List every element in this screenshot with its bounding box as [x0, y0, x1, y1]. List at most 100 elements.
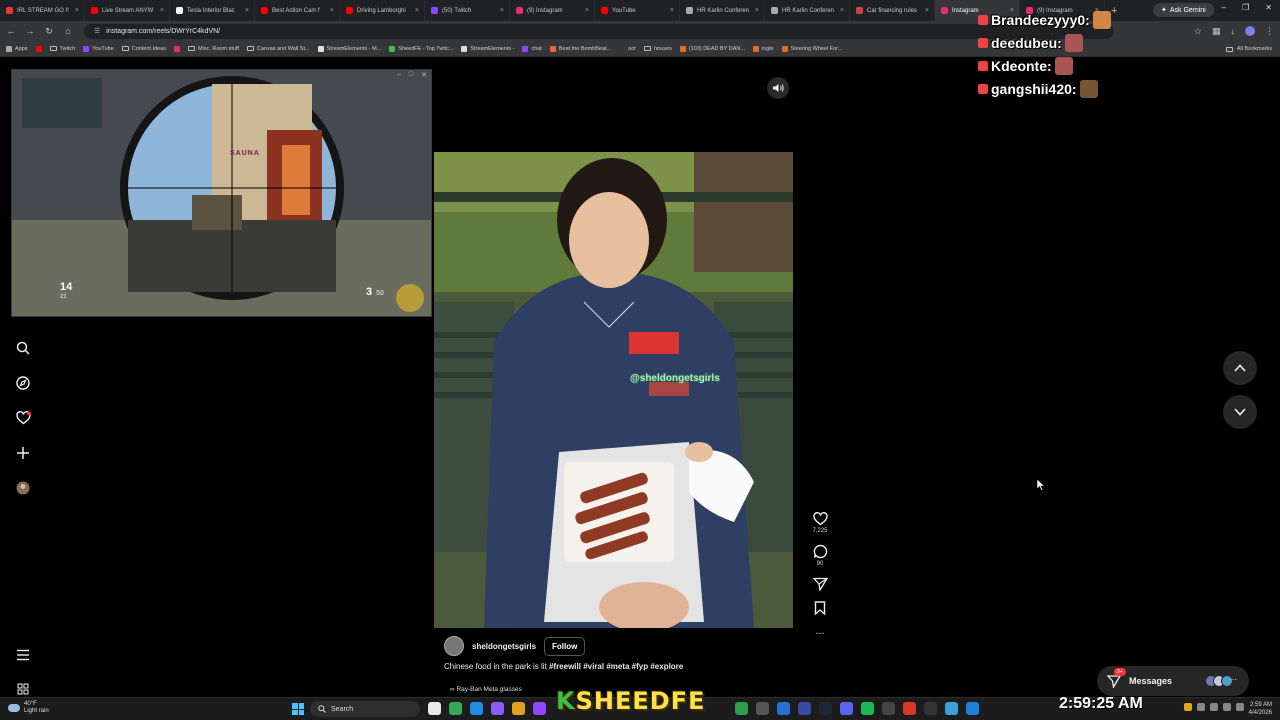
bookmark-item[interactable]: SheedFE - Top Twitc... — [389, 45, 453, 52]
app-icon[interactable] — [798, 702, 811, 715]
browser-tab[interactable]: (50) Twitch × — [425, 0, 510, 21]
tab-close-icon[interactable]: × — [500, 7, 504, 14]
close-icon[interactable]: ✕ — [1265, 3, 1272, 12]
more-menu-icon[interactable] — [14, 646, 32, 664]
minimize-icon[interactable]: – — [397, 71, 401, 79]
app-icon[interactable] — [861, 702, 874, 715]
tab-close-icon[interactable]: × — [670, 7, 674, 14]
profile-avatar[interactable] — [1245, 26, 1255, 36]
bookmark-item[interactable]: Misc. Room stuff — [188, 46, 239, 52]
download-icon[interactable]: ↓ — [1231, 26, 1236, 36]
tab-close-icon[interactable]: × — [585, 7, 589, 14]
notifications-heart-icon[interactable] — [14, 409, 32, 427]
browser-tab[interactable]: HR Karlin Conferen × — [680, 0, 765, 21]
home-icon[interactable]: ⌂ — [63, 26, 73, 36]
back-icon[interactable]: ← — [6, 26, 16, 36]
bookmark-item[interactable]: Twitch — [49, 46, 75, 52]
bookmark-item[interactable]: Canvas and Wall St... — [246, 46, 310, 52]
browser-tab[interactable]: HR Karlin Conferen × — [765, 0, 850, 21]
caption-hashtags[interactable]: #freewill #viral #meta #fyp #explore — [549, 662, 683, 671]
url-field[interactable]: ☰ instagram.com/reels/DWrYrC4kdVN/ — [84, 23, 1114, 39]
also-from-meta-icon[interactable] — [14, 680, 32, 698]
star-icon[interactable]: ☆ — [1194, 26, 1202, 37]
like-button[interactable]: 7,225 — [808, 512, 832, 534]
browser-tab[interactable]: Best Action Cam f × — [255, 0, 340, 21]
file-explorer-icon[interactable] — [428, 702, 441, 715]
profile-avatar[interactable] — [14, 479, 32, 497]
start-button[interactable] — [292, 703, 304, 715]
bookmark-item[interactable]: StreamElements - M... — [317, 45, 381, 52]
create-plus-icon[interactable] — [14, 444, 32, 462]
previous-reel-button[interactable] — [1223, 351, 1257, 385]
extensions-icon[interactable]: ▦ — [1212, 26, 1221, 37]
browser-tab[interactable]: Driving Lamborghi × — [340, 0, 425, 21]
close-icon[interactable]: ✕ — [421, 71, 427, 79]
search-icon[interactable] — [14, 339, 32, 357]
app-icon[interactable] — [491, 702, 504, 715]
messages-button[interactable]: 9+ Messages ⋯ — [1097, 666, 1249, 696]
tab-close-icon[interactable]: × — [245, 7, 249, 14]
folder-icon[interactable] — [512, 702, 525, 715]
bookmark-item[interactable]: StreamElements - — [461, 45, 514, 52]
app-icon[interactable] — [903, 702, 916, 715]
tab-close-icon[interactable]: × — [840, 7, 844, 14]
app-icon[interactable] — [882, 702, 895, 715]
author-avatar[interactable] — [444, 636, 464, 656]
weather-widget[interactable]: 40°F Light rain — [8, 701, 49, 715]
bookmark-item[interactable]: Beat the BombBeat... — [549, 45, 611, 52]
reel-video[interactable] — [434, 152, 793, 628]
tab-close-icon[interactable]: × — [415, 7, 419, 14]
author-username[interactable]: sheldongetsgirls — [472, 642, 536, 651]
browser-tab[interactable]: (9) Instagram × — [510, 0, 595, 21]
steam-icon[interactable] — [819, 702, 832, 715]
tab-close-icon[interactable]: × — [160, 7, 164, 14]
tray-icon[interactable] — [1184, 703, 1192, 711]
browser-tab[interactable]: IRL STREAM GO !! × — [0, 0, 85, 21]
tab-close-icon[interactable]: × — [75, 7, 79, 14]
bookmark-item[interactable]: YouTube — [83, 45, 114, 52]
bookmark-item[interactable] — [35, 45, 42, 52]
mute-toggle[interactable] — [767, 77, 789, 99]
battery-icon[interactable] — [1236, 703, 1244, 711]
twitch-icon[interactable] — [533, 702, 546, 715]
ask-gemini-button[interactable]: ✦ Ask Gemini — [1153, 3, 1214, 17]
comment-button[interactable]: 90 — [808, 544, 832, 567]
browser-tab[interactable]: Live Stream ANYW × — [85, 0, 170, 21]
bookmark-item[interactable]: oor — [619, 46, 636, 52]
app-icon[interactable] — [945, 702, 958, 715]
settings-icon[interactable] — [756, 702, 769, 715]
maximize-icon[interactable]: □ — [409, 71, 413, 79]
system-clock[interactable]: 2:59 AM 4/4/2026 — [1249, 701, 1272, 717]
bookmark-item[interactable] — [174, 45, 181, 52]
browser-tab[interactable]: YouTube × — [595, 0, 680, 21]
app-icon[interactable] — [966, 702, 979, 715]
volume-icon[interactable] — [1223, 703, 1231, 711]
reel-music-tag[interactable]: ∞ Ray-Ban Meta glasses — [450, 686, 522, 693]
bookmark-item[interactable]: (103) DEAD BY DAN... — [679, 45, 745, 52]
app-icon[interactable] — [735, 702, 748, 715]
media-player-icon[interactable] — [924, 702, 937, 715]
next-reel-button[interactable] — [1223, 395, 1257, 429]
browser-tab[interactable]: Car financing rules × — [850, 0, 935, 21]
restore-icon[interactable]: ❐ — [1242, 3, 1249, 12]
forward-icon[interactable]: → — [25, 26, 35, 36]
all-bookmarks-button[interactable]: All Bookmarks — [1225, 41, 1272, 57]
tab-close-icon[interactable]: × — [330, 7, 334, 14]
follow-button[interactable]: Follow — [544, 636, 586, 656]
app-icon[interactable] — [777, 702, 790, 715]
bookmark-item[interactable]: Steering Wheel For... — [781, 45, 842, 52]
menu-icon[interactable]: ⋮ — [1265, 26, 1274, 37]
more-options-button[interactable]: ... — [808, 625, 832, 637]
bookmark-item[interactable]: ingle — [752, 45, 774, 52]
reload-icon[interactable]: ↻ — [44, 26, 54, 37]
site-settings-icon[interactable]: ☰ — [94, 27, 100, 35]
discord-icon[interactable] — [840, 702, 853, 715]
save-button[interactable] — [808, 601, 832, 615]
minimize-icon[interactable]: – — [1222, 3, 1226, 12]
bookmark-item[interactable]: houses — [644, 46, 672, 52]
chrome-icon[interactable] — [449, 702, 462, 715]
tab-close-icon[interactable]: × — [925, 7, 929, 14]
wifi-icon[interactable] — [1210, 703, 1218, 711]
taskbar-search[interactable]: Search — [310, 701, 420, 717]
bookmark-item[interactable]: Content Ideas — [121, 46, 166, 52]
